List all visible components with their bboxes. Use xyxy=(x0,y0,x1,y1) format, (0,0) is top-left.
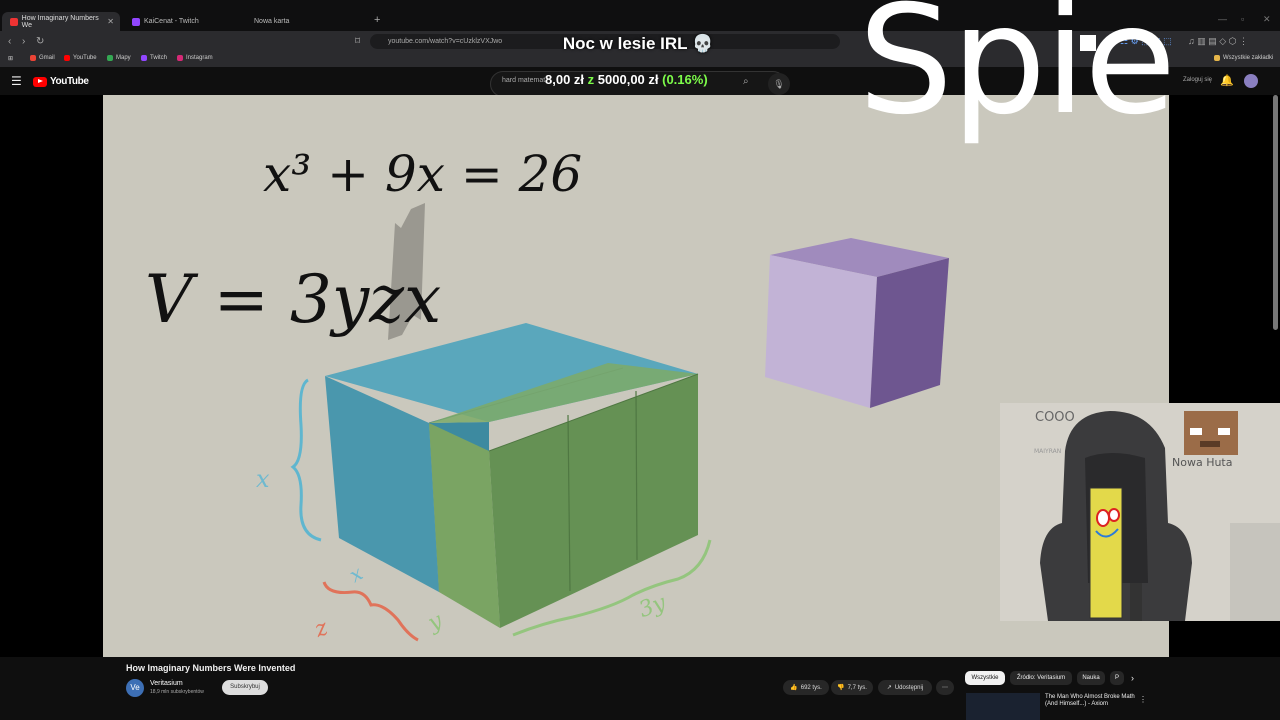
bookmark-instagram[interactable]: Instagram xyxy=(177,55,213,61)
tab-label: KaiCenat - Twitch xyxy=(144,18,199,25)
bookmark-mapy[interactable]: Mapy xyxy=(107,55,131,61)
tab-twitch[interactable]: KaiCenat - Twitch xyxy=(124,12,242,31)
purple-cube-side xyxy=(870,258,949,408)
sleep-overlay-text: Śpie xyxy=(858,0,1176,148)
subscribe-button[interactable]: Subskrybuj xyxy=(222,680,268,695)
wall-writing-2: Nowa Huta xyxy=(1172,456,1233,469)
like-button[interactable]: 👍 692 tys. xyxy=(783,680,829,695)
share-button[interactable]: ↗ Udostępnij xyxy=(878,680,932,695)
scrollbar[interactable] xyxy=(1273,95,1278,330)
label-y: y xyxy=(423,608,446,637)
chip-science[interactable]: Nauka xyxy=(1077,671,1105,685)
purple-cube-front xyxy=(765,255,877,408)
microphone-icon[interactable]: 🎙 xyxy=(768,73,790,95)
new-tab-button[interactable]: + xyxy=(374,14,380,26)
label-x-depth: x xyxy=(345,561,367,587)
chip-source[interactable]: Źródło: Veritasium xyxy=(1010,671,1072,685)
bookmark-twitch[interactable]: Twitch xyxy=(141,55,167,61)
minimize-icon[interactable]: — xyxy=(1218,14,1227,24)
recommended-title[interactable]: The Man Who Almost Broke Math (And Himse… xyxy=(1045,694,1137,708)
maximize-icon[interactable]: ▫ xyxy=(1241,14,1244,24)
forward-icon[interactable]: › xyxy=(22,36,25,47)
recommended-menu-icon[interactable]: ⋮ xyxy=(1139,695,1147,704)
wall-writing-3: MAIYRAN xyxy=(1034,448,1061,455)
close-tab-icon[interactable]: ✕ xyxy=(107,17,114,26)
toolbar-icons[interactable]: ♫ ▥ ▤ ◇ ⬡ ⋮ xyxy=(1188,36,1248,47)
bookmark-gmail[interactable]: Gmail xyxy=(30,55,55,61)
label-x-height: x xyxy=(256,465,270,493)
avatar[interactable] xyxy=(1244,74,1258,88)
chip-all[interactable]: Wszystkie xyxy=(965,671,1005,685)
search-icon[interactable]: ⌕ xyxy=(743,76,749,87)
close-window-icon[interactable]: ✕ xyxy=(1263,14,1271,25)
tab-new[interactable]: Nowa karta xyxy=(246,12,364,31)
youtube-logo[interactable]: YouTube xyxy=(33,76,89,87)
bookmark-icon[interactable]: ⌑ xyxy=(355,36,360,47)
video-title: How Imaginary Numbers Were Invented xyxy=(126,663,296,673)
x-height-brace xyxy=(290,378,322,542)
channel-avatar[interactable]: Ve xyxy=(126,679,144,697)
chip-next-icon[interactable]: › xyxy=(1131,673,1134,683)
twitch-favicon-icon xyxy=(132,17,140,26)
label-z: z xyxy=(311,615,332,643)
thumbs-up-icon: 👍 xyxy=(790,685,798,691)
notifications-icon[interactable]: 🔔 xyxy=(1220,74,1234,87)
stream-title: Noc w lesie IRL 💀 xyxy=(562,34,714,53)
youtube-play-icon xyxy=(33,76,47,87)
recommended-thumbnail[interactable] xyxy=(966,693,1040,720)
share-icon: ↗ xyxy=(886,685,892,691)
subscriber-count: 18,9 mln subskrybentów xyxy=(150,689,204,695)
blue-slab-front xyxy=(325,376,439,592)
equation-cubic: x³ + 9x = 26 xyxy=(263,145,582,203)
channel-name[interactable]: Veritasium xyxy=(150,680,183,687)
login-button[interactable]: Zaloguj się xyxy=(1183,77,1212,83)
menu-icon[interactable]: ☰ xyxy=(11,74,22,88)
label-3y: 3y xyxy=(636,590,670,623)
chip-more[interactable]: P xyxy=(1110,671,1124,685)
youtube-favicon-icon xyxy=(10,17,18,26)
tab-label: Nowa karta xyxy=(254,18,290,25)
donation-goal: 8,00 zł z 5000,00 zł (0.16%) xyxy=(545,72,708,87)
bookmark-youtube[interactable]: YouTube xyxy=(64,55,97,61)
z-brace xyxy=(322,581,419,642)
apps-icon[interactable]: ⊞ xyxy=(8,55,13,62)
webcam-feed: COOO Nowa Huta MAIYRAN xyxy=(1000,403,1280,621)
reload-icon[interactable]: ↻ xyxy=(36,36,44,47)
thumbs-down-icon: 👎 xyxy=(837,685,845,691)
equation-volume: V = 3yzx xyxy=(145,261,441,338)
dislike-button[interactable]: 👎 7,7 tys. xyxy=(831,680,873,695)
tab-youtube[interactable]: How Imaginary Numbers We ✕ xyxy=(2,12,120,31)
wall-writing-1: COOO xyxy=(1035,410,1075,425)
back-icon[interactable]: ‹ xyxy=(8,36,11,47)
more-actions-button[interactable]: ⋯ xyxy=(936,680,954,695)
all-bookmarks[interactable]: Wszystkie zakładki xyxy=(1214,55,1273,61)
tab-label: How Imaginary Numbers We xyxy=(21,14,99,29)
search-input[interactable]: hard matemat xyxy=(502,77,545,84)
